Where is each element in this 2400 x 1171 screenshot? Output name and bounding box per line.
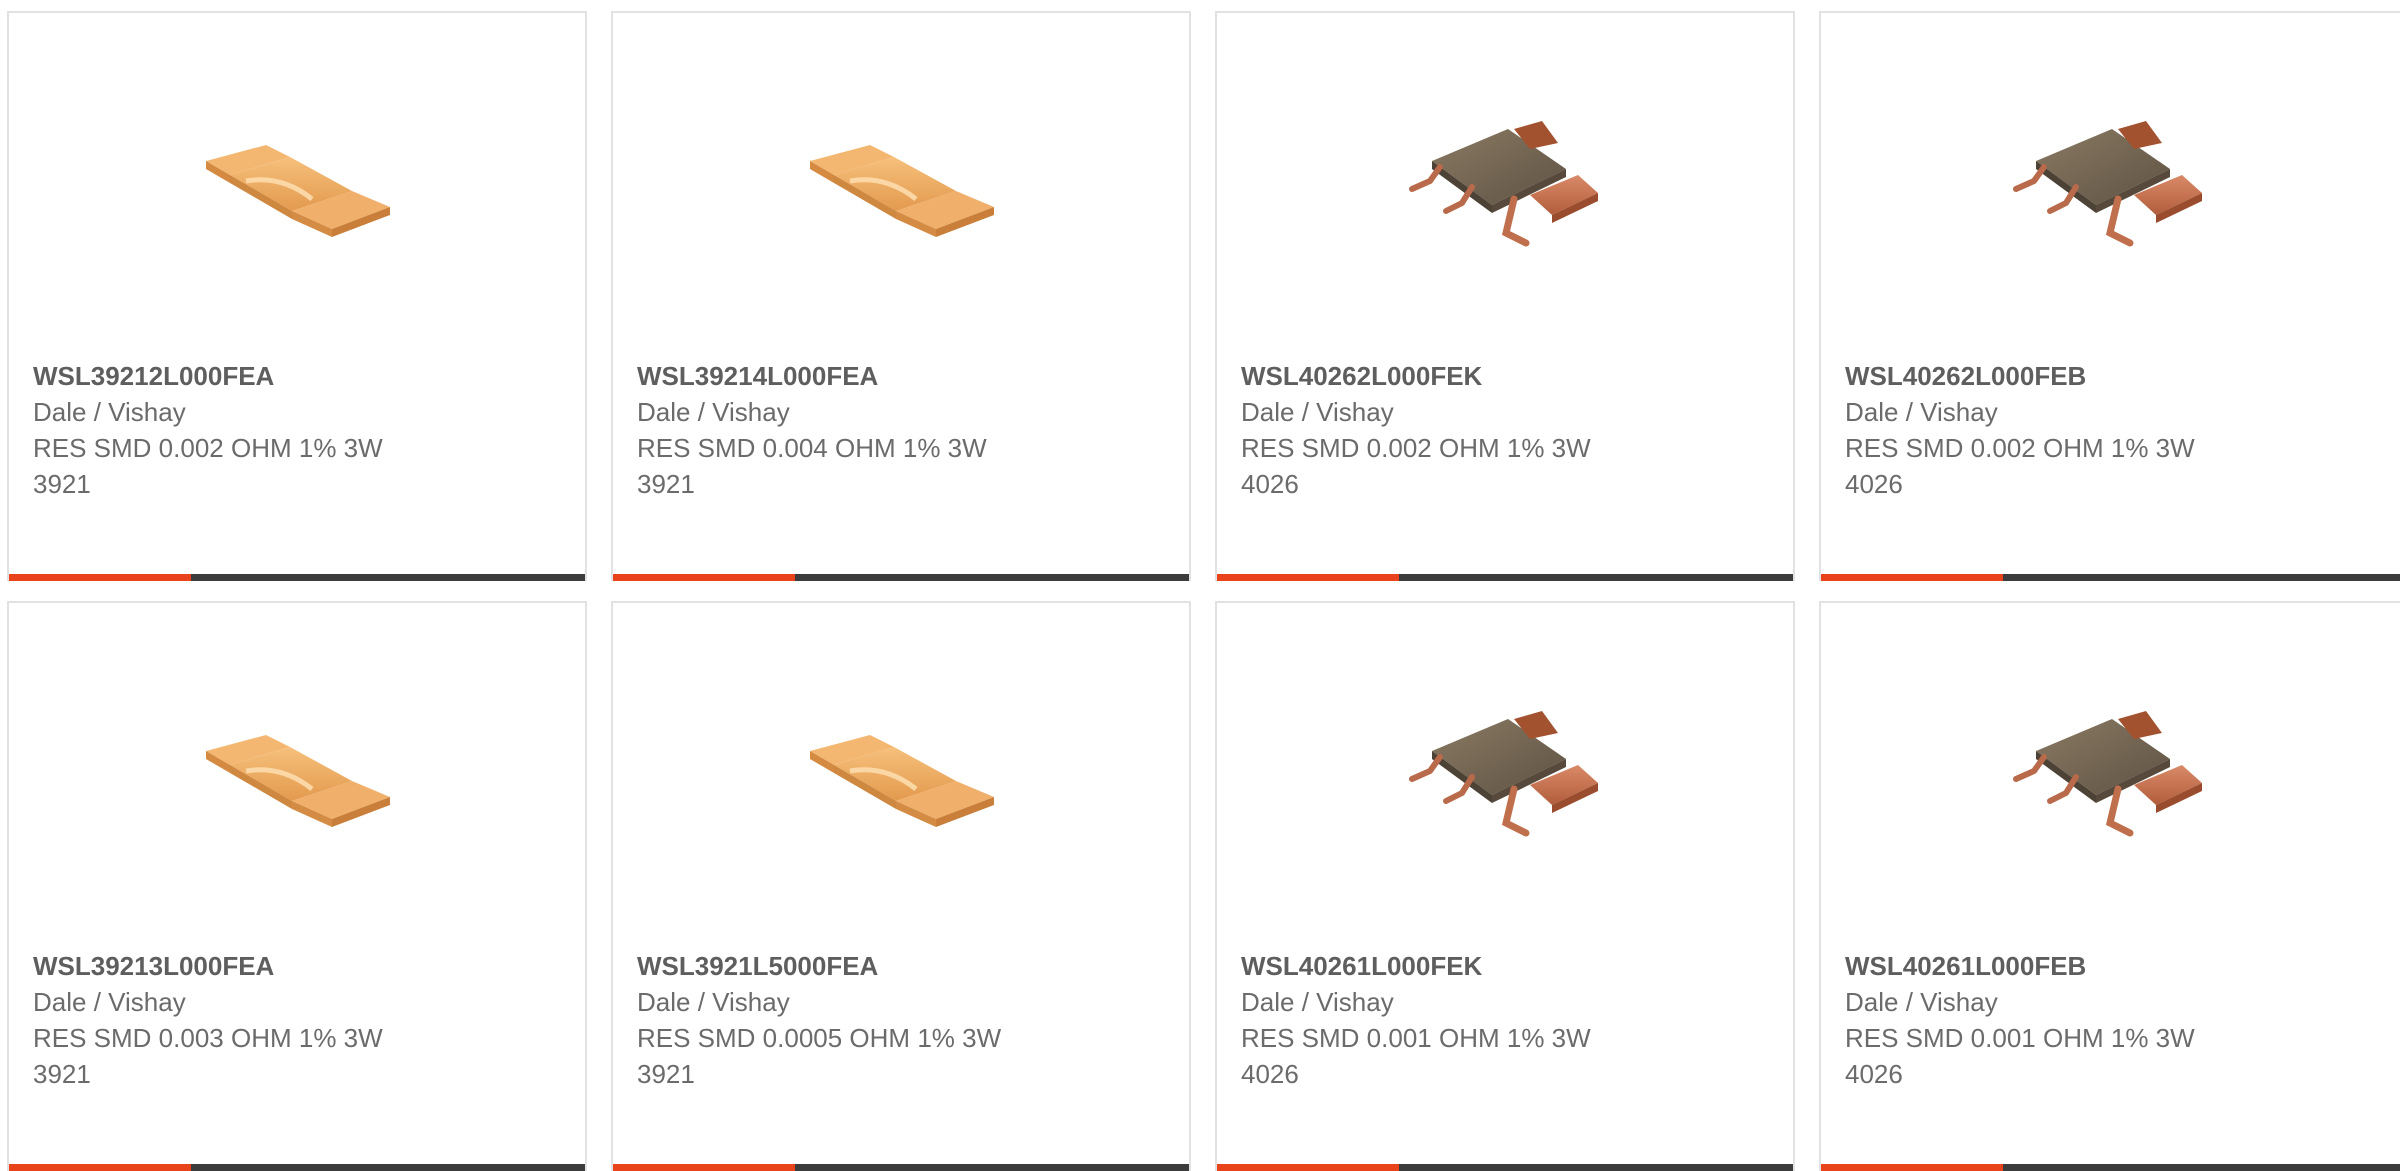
product-card[interactable]: WSL39212L000FEA Dale / Vishay RES SMD 0.… <box>7 11 587 581</box>
product-info: WSL40261L000FEB Dale / Vishay RES SMD 0.… <box>1845 948 2392 1092</box>
product-info: WSL39213L000FEA Dale / Vishay RES SMD 0.… <box>33 948 565 1092</box>
product-info: WSL39212L000FEA Dale / Vishay RES SMD 0.… <box>33 358 565 502</box>
package: 4026 <box>1241 469 1299 499</box>
description: RES SMD 0.004 OHM 1% 3W <box>637 433 987 463</box>
description: RES SMD 0.002 OHM 1% 3W <box>1241 433 1591 463</box>
metal-strip-resistor-image <box>1402 83 1602 283</box>
package: 3921 <box>637 469 695 499</box>
metal-strip-resistor-image <box>2006 673 2206 873</box>
manufacturer: Dale / Vishay <box>1241 397 1394 427</box>
package: 3921 <box>33 1059 91 1089</box>
product-card[interactable]: WSL40262L000FEB Dale / Vishay RES SMD 0.… <box>1819 11 2400 581</box>
copper-shunt-resistor-image <box>194 673 394 873</box>
manufacturer: Dale / Vishay <box>33 987 186 1017</box>
card-bottom-bar <box>613 574 1189 581</box>
package: 4026 <box>1845 1059 1903 1089</box>
part-number[interactable]: WSL40262L000FEB <box>1845 358 2392 394</box>
part-number[interactable]: WSL39213L000FEA <box>33 948 565 984</box>
product-card[interactable]: WSL40261L000FEB Dale / Vishay RES SMD 0.… <box>1819 601 2400 1171</box>
package: 4026 <box>1241 1059 1299 1089</box>
manufacturer: Dale / Vishay <box>637 987 790 1017</box>
card-accent <box>1821 574 2003 581</box>
manufacturer: Dale / Vishay <box>1845 987 1998 1017</box>
card-accent <box>613 574 795 581</box>
description: RES SMD 0.001 OHM 1% 3W <box>1241 1023 1591 1053</box>
part-number[interactable]: WSL3921L5000FEA <box>637 948 1169 984</box>
description: RES SMD 0.002 OHM 1% 3W <box>33 433 383 463</box>
card-bottom-bar <box>1217 574 1793 581</box>
card-bottom-bar <box>1217 1164 1793 1171</box>
product-info: WSL40262L000FEB Dale / Vishay RES SMD 0.… <box>1845 358 2392 502</box>
card-accent <box>1821 1164 2003 1171</box>
part-number[interactable]: WSL40262L000FEK <box>1241 358 1773 394</box>
product-info: WSL40261L000FEK Dale / Vishay RES SMD 0.… <box>1241 948 1773 1092</box>
card-bottom-bar <box>1821 574 2400 581</box>
card-bottom-bar <box>9 574 585 581</box>
part-number[interactable]: WSL40261L000FEK <box>1241 948 1773 984</box>
product-info: WSL3921L5000FEA Dale / Vishay RES SMD 0.… <box>637 948 1169 1092</box>
product-grid: WSL39212L000FEA Dale / Vishay RES SMD 0.… <box>7 11 2400 1171</box>
product-card[interactable]: WSL40262L000FEK Dale / Vishay RES SMD 0.… <box>1215 11 1795 581</box>
card-bottom-bar <box>1821 1164 2400 1171</box>
card-accent <box>9 574 191 581</box>
product-card[interactable]: WSL39213L000FEA Dale / Vishay RES SMD 0.… <box>7 601 587 1171</box>
package: 3921 <box>33 469 91 499</box>
card-accent <box>9 1164 191 1171</box>
card-accent <box>1217 574 1399 581</box>
part-number[interactable]: WSL39212L000FEA <box>33 358 565 394</box>
part-number[interactable]: WSL40261L000FEB <box>1845 948 2392 984</box>
description: RES SMD 0.0005 OHM 1% 3W <box>637 1023 1002 1053</box>
product-card[interactable]: WSL39214L000FEA Dale / Vishay RES SMD 0.… <box>611 11 1191 581</box>
manufacturer: Dale / Vishay <box>33 397 186 427</box>
description: RES SMD 0.002 OHM 1% 3W <box>1845 433 2195 463</box>
package: 3921 <box>637 1059 695 1089</box>
metal-strip-resistor-image <box>2006 83 2206 283</box>
package: 4026 <box>1845 469 1903 499</box>
copper-shunt-resistor-image <box>194 83 394 283</box>
manufacturer: Dale / Vishay <box>637 397 790 427</box>
card-accent <box>613 1164 795 1171</box>
metal-strip-resistor-image <box>1402 673 1602 873</box>
copper-shunt-resistor-image <box>798 83 998 283</box>
product-info: WSL39214L000FEA Dale / Vishay RES SMD 0.… <box>637 358 1169 502</box>
manufacturer: Dale / Vishay <box>1241 987 1394 1017</box>
manufacturer: Dale / Vishay <box>1845 397 1998 427</box>
description: RES SMD 0.003 OHM 1% 3W <box>33 1023 383 1053</box>
product-card[interactable]: WSL40261L000FEK Dale / Vishay RES SMD 0.… <box>1215 601 1795 1171</box>
part-number[interactable]: WSL39214L000FEA <box>637 358 1169 394</box>
card-bottom-bar <box>613 1164 1189 1171</box>
card-bottom-bar <box>9 1164 585 1171</box>
product-card[interactable]: WSL3921L5000FEA Dale / Vishay RES SMD 0.… <box>611 601 1191 1171</box>
product-info: WSL40262L000FEK Dale / Vishay RES SMD 0.… <box>1241 358 1773 502</box>
description: RES SMD 0.001 OHM 1% 3W <box>1845 1023 2195 1053</box>
copper-shunt-resistor-image <box>798 673 998 873</box>
card-accent <box>1217 1164 1399 1171</box>
